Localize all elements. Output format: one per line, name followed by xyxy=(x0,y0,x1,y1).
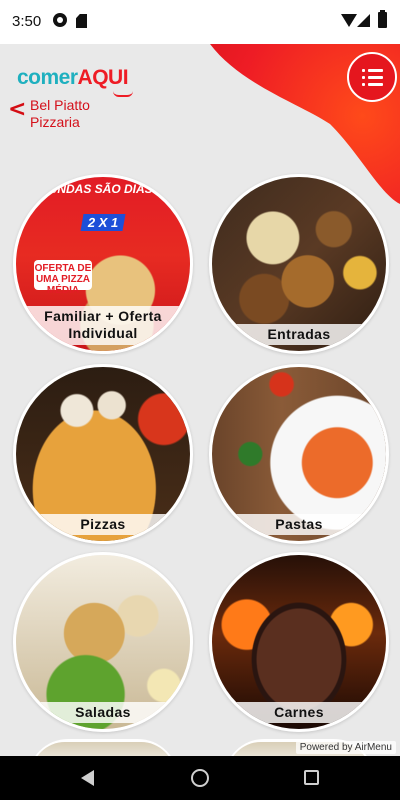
logo-part-comer: comer xyxy=(17,66,78,89)
promo-badge: OFERTA DE UMA PIZZA MÉDIA xyxy=(34,260,92,296)
back-chevron-icon[interactable]: < xyxy=(8,99,26,121)
menu-button[interactable] xyxy=(347,52,397,102)
system-nav-bar xyxy=(0,756,400,800)
status-bar: 3:50 xyxy=(0,0,400,44)
category-pizzas[interactable]: Pizzas xyxy=(13,364,193,544)
category-label: Familiar + Oferta Individual xyxy=(16,306,190,345)
powered-by-label[interactable]: Powered by AirMenu xyxy=(295,741,396,754)
wifi-icon xyxy=(341,14,357,27)
category-label: Entradas xyxy=(212,324,386,345)
category-label: Saladas xyxy=(16,702,190,723)
sd-card-icon xyxy=(76,14,87,28)
nav-recents-icon[interactable] xyxy=(304,770,319,785)
settings-icon xyxy=(53,13,67,27)
status-time: 3:50 xyxy=(12,13,42,30)
cell-signal-icon xyxy=(357,14,370,27)
menu-list-icon xyxy=(361,68,383,72)
category-label: Pizzas xyxy=(16,514,190,535)
restaurant-name[interactable]: Bel Piatto Pizzaria xyxy=(30,97,130,131)
category-carnes[interactable]: Carnes xyxy=(209,552,389,732)
promo-offer: 2 X 1 xyxy=(80,214,126,231)
category-label: Carnes xyxy=(212,702,386,723)
category-pastas[interactable]: Pastas xyxy=(209,364,389,544)
category-familiar-oferta[interactable]: SEGUNDAS SÃO DIAS DE... 2 X 1 OFERTA DE … xyxy=(13,174,193,354)
category-label: Pastas xyxy=(212,514,386,535)
promo-headline: SEGUNDAS SÃO DIAS DE... xyxy=(23,182,183,196)
category-saladas[interactable]: Saladas xyxy=(13,552,193,732)
app-logo: comerAQUI xyxy=(17,66,129,90)
battery-icon xyxy=(378,10,387,28)
category-entradas[interactable]: Entradas xyxy=(209,174,389,354)
nav-home-icon[interactable] xyxy=(191,769,209,787)
logo-part-aqui: AQUI xyxy=(77,66,129,89)
nav-back-icon[interactable] xyxy=(81,770,94,786)
